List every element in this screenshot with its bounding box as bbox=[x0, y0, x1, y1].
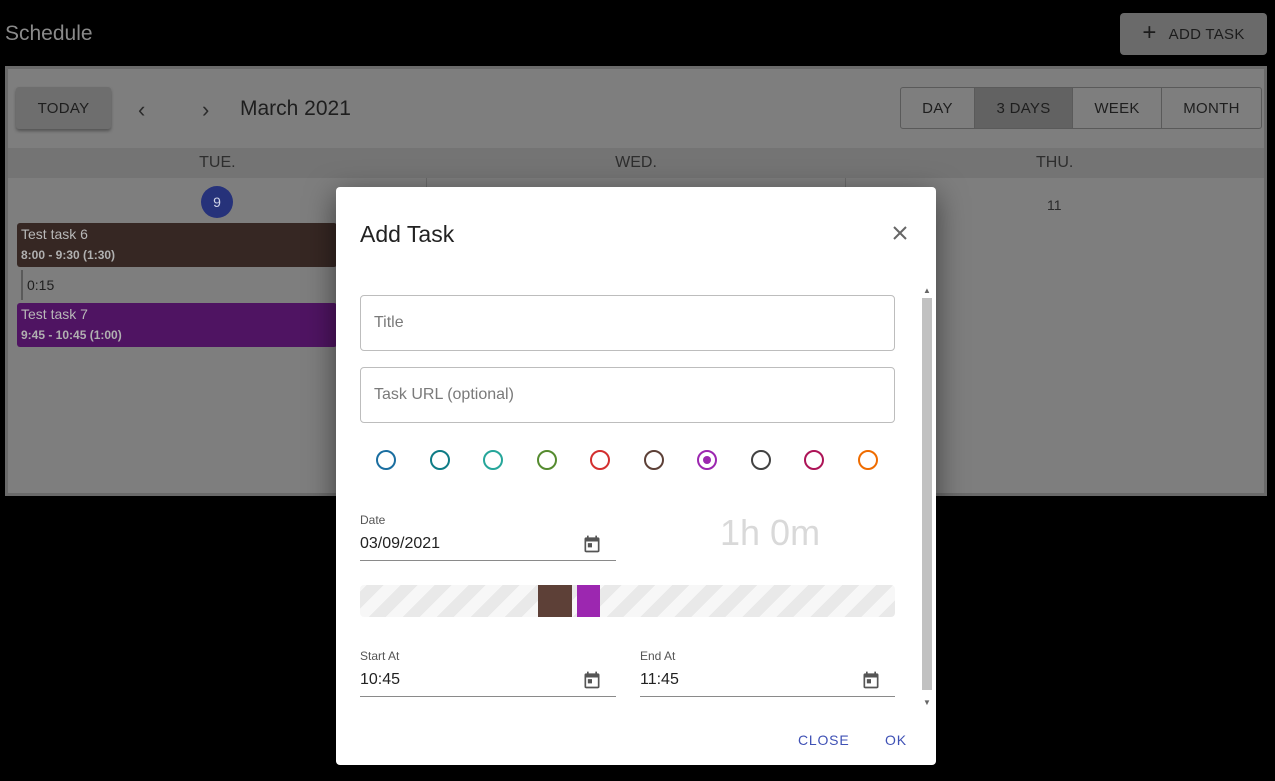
date-field[interactable]: 03/09/2021 bbox=[360, 535, 440, 553]
color-option[interactable] bbox=[376, 450, 396, 470]
color-option[interactable] bbox=[590, 450, 610, 470]
event-time: 9:45 - 10:45 (1:00) bbox=[21, 328, 122, 342]
date-underline bbox=[360, 560, 616, 561]
event-time: 8:00 - 9:30 (1:30) bbox=[21, 248, 116, 262]
next-arrow-icon[interactable]: › bbox=[202, 97, 209, 123]
event-test-task-6[interactable]: Test task 6 8:00 - 9:30 (1:30) bbox=[17, 223, 337, 267]
day-number-today: 9 bbox=[201, 186, 233, 218]
app-title: Schedule bbox=[5, 22, 93, 45]
scroll-down-icon[interactable]: ▼ bbox=[923, 698, 931, 707]
view-switcher: DAY 3 DAYS WEEK MONTH bbox=[900, 87, 1262, 129]
day-name-tue: TUE. bbox=[199, 154, 236, 171]
slot-existing-task bbox=[538, 585, 572, 617]
day-header: TUE. WED. THU. bbox=[8, 148, 1264, 178]
close-button[interactable]: CLOSE bbox=[798, 732, 849, 748]
view-month-button[interactable]: MONTH bbox=[1162, 88, 1261, 128]
color-option[interactable] bbox=[536, 450, 557, 470]
event-test-task-7[interactable]: Test task 7 9:45 - 10:45 (1:00) bbox=[17, 303, 337, 347]
dialog-scrollbar[interactable]: ▲ ▼ bbox=[920, 284, 934, 712]
event-title: Test task 7 bbox=[21, 306, 88, 322]
month-label: March 2021 bbox=[240, 97, 351, 120]
end-label: End At bbox=[640, 649, 676, 663]
add-task-button[interactable]: + ADD TASK bbox=[1120, 13, 1267, 55]
event-title: Test task 6 bbox=[21, 226, 88, 242]
ok-button[interactable]: OK bbox=[885, 732, 907, 748]
title-input[interactable] bbox=[360, 295, 895, 351]
dialog-title: Add Task bbox=[360, 221, 455, 247]
slot-new-task bbox=[577, 585, 600, 617]
day-name-thu: THU. bbox=[1036, 154, 1074, 171]
color-option[interactable] bbox=[483, 450, 503, 470]
color-option[interactable] bbox=[804, 450, 824, 470]
duration-display: 1h 0m bbox=[720, 512, 821, 553]
color-option[interactable] bbox=[643, 450, 664, 470]
color-option[interactable] bbox=[429, 450, 450, 470]
plus-icon: + bbox=[1142, 19, 1157, 46]
task-url-input[interactable] bbox=[360, 367, 895, 423]
gap-label: 0:15 bbox=[21, 270, 54, 300]
start-label: Start At bbox=[360, 649, 400, 663]
today-button[interactable]: TODAY bbox=[16, 87, 111, 129]
day-number: 11 bbox=[1047, 197, 1062, 213]
color-option[interactable] bbox=[857, 450, 878, 470]
calendar-icon[interactable] bbox=[861, 670, 881, 690]
add-task-dialog: Add Task Date 03/09/2021 1h 0m Start At … bbox=[336, 187, 936, 765]
calendar-icon[interactable] bbox=[582, 534, 602, 554]
start-time-field[interactable]: 10:45 bbox=[360, 671, 400, 689]
scroll-thumb[interactable] bbox=[922, 298, 932, 690]
end-time-field[interactable]: 11:45 bbox=[640, 671, 679, 689]
color-picker bbox=[376, 450, 896, 472]
calendar-icon[interactable] bbox=[582, 670, 602, 690]
day-name-wed: WED. bbox=[615, 154, 657, 171]
date-label: Date bbox=[360, 513, 386, 527]
view-day-button[interactable]: DAY bbox=[901, 88, 975, 128]
view-week-button[interactable]: WEEK bbox=[1073, 88, 1162, 128]
start-underline bbox=[360, 696, 616, 697]
view-3days-button[interactable]: 3 DAYS bbox=[975, 88, 1073, 128]
close-icon[interactable] bbox=[889, 224, 911, 246]
scroll-up-icon[interactable]: ▲ bbox=[923, 286, 931, 295]
time-slot-bar[interactable] bbox=[360, 585, 895, 617]
end-underline bbox=[640, 696, 895, 697]
prev-arrow-icon[interactable]: ‹ bbox=[138, 97, 145, 123]
color-option[interactable] bbox=[697, 450, 717, 470]
add-task-label: ADD TASK bbox=[1168, 25, 1245, 43]
color-option[interactable] bbox=[750, 450, 771, 470]
